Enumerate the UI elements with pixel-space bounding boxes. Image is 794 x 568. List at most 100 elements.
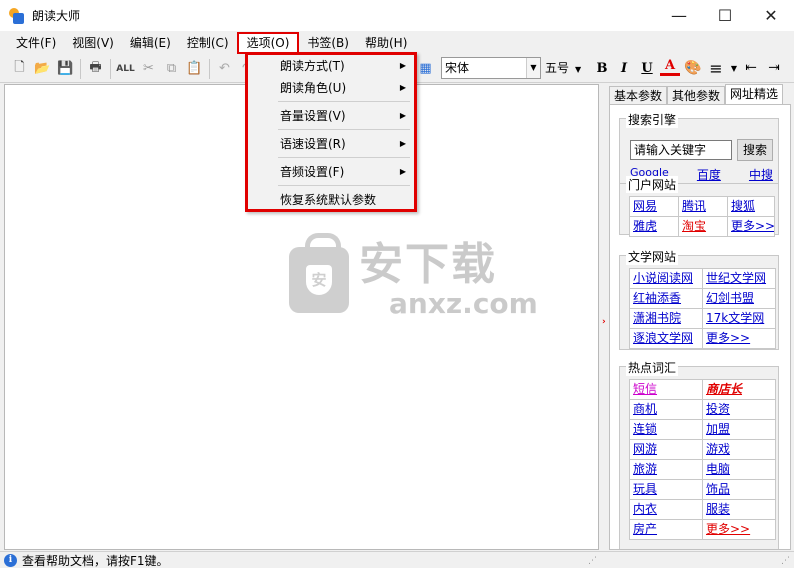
resize-grip-icon[interactable]: ⋰ bbox=[781, 556, 790, 566]
bold-button[interactable]: B bbox=[592, 58, 612, 78]
toolbar-separator bbox=[80, 58, 81, 79]
list-item[interactable]: 腾讯 bbox=[678, 196, 728, 217]
watermark-text: 安下载 bbox=[359, 239, 497, 290]
underline-button[interactable]: U bbox=[637, 58, 657, 78]
resize-grip-icon: ⋰ bbox=[588, 556, 597, 566]
menu-file[interactable]: 文件(F) bbox=[8, 32, 64, 54]
link-baidu[interactable]: 百度 bbox=[697, 166, 721, 183]
list-item[interactable]: 电脑 bbox=[702, 459, 776, 480]
list-item[interactable]: 短信 bbox=[629, 379, 703, 400]
hot-words-group: 热点词汇 短信 商店长 商机 投资 连锁 加盟 网游 游戏 旅游 电脑 玩具 饰… bbox=[619, 359, 779, 549]
toolbar-separator bbox=[209, 58, 210, 79]
status-bar: i 查看帮助文档，请按F1键。 ⋰ ⋰ bbox=[0, 551, 794, 568]
italic-button[interactable]: I bbox=[614, 58, 634, 78]
list-item[interactable]: 旅游 bbox=[629, 459, 703, 480]
menu-bookmarks[interactable]: 书签(B) bbox=[299, 32, 357, 54]
link-zhongsou[interactable]: 中搜 bbox=[749, 166, 773, 183]
chevron-down-icon[interactable]: ▼ bbox=[575, 65, 581, 74]
list-item[interactable]: 搜狐 bbox=[727, 196, 775, 217]
minimize-button[interactable]: — bbox=[656, 0, 702, 31]
text-tool-icon[interactable]: ▦ bbox=[414, 57, 437, 80]
tab-web-links[interactable]: 网址精选 bbox=[725, 84, 784, 106]
window-title: 朗读大师 bbox=[32, 9, 81, 23]
align-menu-icon[interactable]: ≡ bbox=[706, 58, 726, 78]
web-links-panel: 搜索引擎 请输入关键字 搜索 Google 百度 中搜 门户网站 网易 腾讯 搜… bbox=[609, 104, 791, 550]
list-item[interactable]: 雅虎 bbox=[629, 216, 679, 237]
toolbar-separator bbox=[110, 58, 111, 79]
panel-splitter[interactable]: › bbox=[601, 84, 608, 550]
list-item[interactable]: 商机 bbox=[629, 399, 703, 420]
group-title: 门户网站 bbox=[626, 176, 679, 193]
menu-control[interactable]: 控制(C) bbox=[179, 32, 237, 54]
submenu-arrow-icon: ▶ bbox=[399, 83, 406, 92]
shield-icon: 安 bbox=[306, 265, 332, 295]
submenu-arrow-icon: ▶ bbox=[399, 139, 406, 148]
menu-help[interactable]: 帮助(H) bbox=[357, 32, 415, 54]
list-item[interactable]: 小说阅读网 bbox=[629, 268, 703, 289]
menu-edit[interactable]: 编辑(E) bbox=[122, 32, 179, 54]
list-item[interactable]: 更多>> bbox=[727, 216, 775, 237]
literature-links: 小说阅读网 世纪文学网 红袖添香 幻剑书盟 潇湘书院 17k文学网 逐浪文学网 … bbox=[629, 268, 776, 349]
menu-item-audio[interactable]: 音频设置(F) ▶ bbox=[248, 161, 414, 183]
list-item[interactable]: 更多>> bbox=[702, 519, 776, 540]
print-icon[interactable]: 🖶 bbox=[84, 57, 107, 80]
group-title: 文学网站 bbox=[626, 248, 679, 265]
list-item[interactable]: 连锁 bbox=[629, 419, 703, 440]
maximize-button[interactable]: ☐ bbox=[702, 0, 748, 31]
indent-decrease-icon[interactable]: ⇤ bbox=[741, 58, 761, 78]
font-family-select[interactable]: 宋体 ▼ bbox=[441, 57, 541, 79]
menu-item-read-mode[interactable]: 朗读方式(T) ▶ bbox=[248, 55, 414, 77]
options-dropdown-menu: 朗读方式(T) ▶ 朗读角色(U) ▶ 音量设置(V) ▶ 语速设置(R) ▶ 音频设置… bbox=[245, 52, 417, 212]
menu-view[interactable]: 视图(V) bbox=[64, 32, 122, 54]
list-item[interactable]: 逐浪文学网 bbox=[629, 328, 703, 349]
save-icon[interactable]: 💾 bbox=[54, 57, 77, 80]
chevron-right-icon[interactable]: › bbox=[602, 317, 606, 327]
cut-icon[interactable]: ✂ bbox=[137, 57, 160, 80]
watermark: 安 安下载 anxz.com bbox=[289, 233, 538, 319]
list-item[interactable]: 游戏 bbox=[702, 439, 776, 460]
list-item[interactable]: 饰品 bbox=[702, 479, 776, 500]
menu-item-read-role[interactable]: 朗读角色(U) ▶ bbox=[248, 77, 414, 99]
chevron-down-icon[interactable]: ▼ bbox=[526, 58, 540, 78]
close-button[interactable]: ✕ bbox=[748, 0, 794, 31]
watermark-logo-icon: 安 bbox=[289, 233, 349, 313]
font-size-value: 五号 bbox=[545, 61, 570, 75]
list-item[interactable]: 服装 bbox=[702, 499, 776, 520]
menu-item-speed[interactable]: 语速设置(R) ▶ bbox=[248, 133, 414, 155]
select-all-button[interactable]: ALL bbox=[114, 57, 137, 80]
font-size-select[interactable]: 五号 ▼ bbox=[545, 57, 589, 79]
list-item[interactable]: 房产 bbox=[629, 519, 703, 540]
list-item[interactable]: 网游 bbox=[629, 439, 703, 460]
list-item[interactable]: 潇湘书院 bbox=[629, 308, 703, 329]
list-item[interactable]: 投资 bbox=[702, 399, 776, 420]
list-item[interactable]: 淘宝 bbox=[678, 216, 728, 237]
indent-increase-icon[interactable]: ⇥ bbox=[764, 58, 784, 78]
portal-links: 网易 腾讯 搜狐 雅虎 淘宝 更多>> bbox=[629, 196, 775, 237]
tab-other-params[interactable]: 其他参数 bbox=[667, 86, 726, 106]
new-file-icon[interactable]: 🗋 bbox=[8, 57, 31, 80]
paste-icon[interactable]: 📋 bbox=[183, 57, 206, 80]
list-item[interactable]: 加盟 bbox=[702, 419, 776, 440]
list-item[interactable]: 幻剑书盟 bbox=[702, 288, 776, 309]
palette-icon[interactable]: 🎨 bbox=[683, 58, 703, 78]
group-title: 热点词汇 bbox=[626, 359, 679, 376]
tab-basic-params[interactable]: 基本参数 bbox=[609, 86, 668, 106]
list-item[interactable]: 商店长 bbox=[702, 379, 776, 400]
undo-icon[interactable]: ↶ bbox=[213, 57, 236, 80]
list-item[interactable]: 网易 bbox=[629, 196, 679, 217]
list-item[interactable]: 世纪文学网 bbox=[702, 268, 776, 289]
menu-item-volume[interactable]: 音量设置(V) ▶ bbox=[248, 105, 414, 127]
title-bar: 朗读大师 — ☐ ✕ bbox=[0, 0, 794, 31]
open-folder-icon[interactable]: 📂 bbox=[31, 57, 54, 80]
font-color-button[interactable]: A bbox=[660, 58, 680, 76]
search-button[interactable]: 搜索 bbox=[737, 139, 773, 161]
list-item[interactable]: 红袖添香 bbox=[629, 288, 703, 309]
search-input[interactable]: 请输入关键字 bbox=[630, 140, 732, 160]
list-item[interactable]: 17k文学网 bbox=[702, 308, 776, 329]
copy-icon[interactable]: ⧉ bbox=[160, 57, 183, 80]
menu-options[interactable]: 选项(O) bbox=[236, 32, 300, 54]
menu-item-restore-defaults[interactable]: 恢复系统默认参数 bbox=[248, 189, 414, 211]
list-item[interactable]: 更多>> bbox=[702, 328, 776, 349]
list-item[interactable]: 内衣 bbox=[629, 499, 703, 520]
list-item[interactable]: 玩具 bbox=[629, 479, 703, 500]
